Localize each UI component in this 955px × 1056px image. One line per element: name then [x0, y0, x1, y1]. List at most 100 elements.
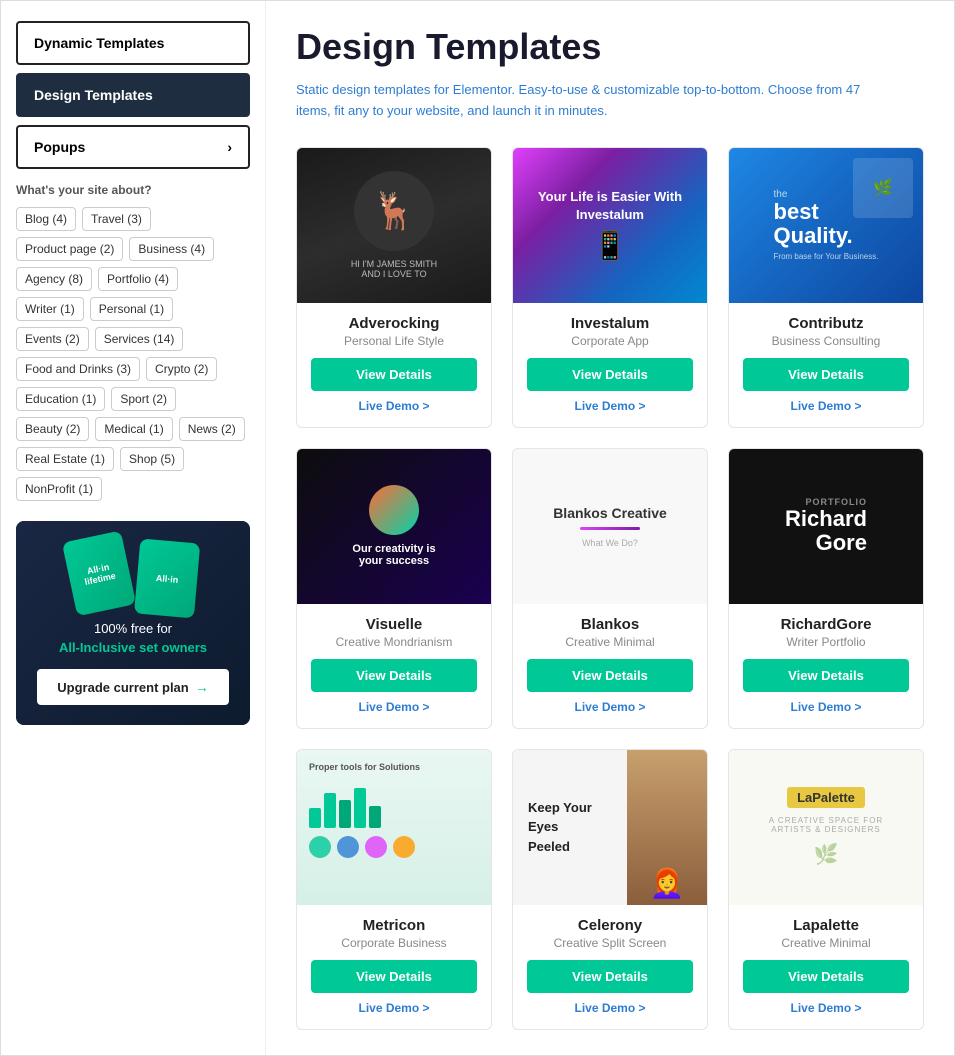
template-thumbnail: Your Life is Easier WithInvestalum 📱 [513, 148, 707, 303]
filter-tag[interactable]: Events (2) [16, 327, 89, 351]
template-card: Keep Your EyesPeeled 👩‍🦰 Celerony Creati… [512, 749, 708, 1030]
filter-tag[interactable]: Blog (4) [16, 207, 76, 231]
template-category: Creative Minimal [743, 936, 909, 950]
template-thumbnail: 🦌 HI I'M JAMES SMITHAND I LOVE TO [297, 148, 491, 303]
template-name: Lapalette [743, 917, 909, 934]
promo-box: All·inlifetime All·in 100% free for All-… [16, 521, 250, 725]
tags-container: Blog (4)Travel (3) Product page (2)Busine… [16, 207, 250, 501]
filter-tag[interactable]: Sport (2) [111, 387, 176, 411]
promo-card-2: All·in [134, 538, 200, 618]
promo-text: 100% free for All-Inclusive set owners [59, 621, 207, 659]
design-templates-button[interactable]: Design Templates [16, 73, 250, 117]
dynamic-templates-button[interactable]: Dynamic Templates [16, 21, 250, 65]
view-details-button[interactable]: View Details [743, 960, 909, 993]
filter-tag[interactable]: Writer (1) [16, 297, 84, 321]
template-name: Contributz [743, 315, 909, 332]
filter-tag[interactable]: Beauty (2) [16, 417, 89, 441]
filter-section-label: What's your site about? [16, 183, 250, 197]
template-info: Celerony Creative Split Screen View Deta… [513, 905, 707, 1029]
filter-tag[interactable]: Business (4) [129, 237, 214, 261]
view-details-button[interactable]: View Details [527, 659, 693, 692]
live-demo-link[interactable]: Live Demo > [311, 999, 477, 1017]
filter-tag[interactable]: Services (14) [95, 327, 184, 351]
filter-tag[interactable]: Education (1) [16, 387, 105, 411]
template-thumbnail: Proper tools for Solutions [297, 750, 491, 905]
template-category: Business Consulting [743, 334, 909, 348]
template-grid: 🦌 HI I'M JAMES SMITHAND I LOVE TO Advero… [296, 147, 924, 1030]
template-thumbnail: PORTFOLIO RichardGore [729, 449, 923, 604]
template-thumbnail: LaPalette A CREATIVE SPACE FOR ARTISTS &… [729, 750, 923, 905]
template-category: Creative Mondrianism [311, 635, 477, 649]
template-info: Adverocking Personal Life Style View Det… [297, 303, 491, 427]
template-card: Blankos Creative What We Do? Blankos Cre… [512, 448, 708, 729]
template-thumbnail: Keep Your EyesPeeled 👩‍🦰 [513, 750, 707, 905]
filter-tag[interactable]: Product page (2) [16, 237, 123, 261]
template-info: Lapalette Creative Minimal View Details … [729, 905, 923, 1029]
view-details-button[interactable]: View Details [311, 960, 477, 993]
filter-tag[interactable]: Agency (8) [16, 267, 92, 291]
template-category: Corporate Business [311, 936, 477, 950]
template-category: Corporate App [527, 334, 693, 348]
view-details-button[interactable]: View Details [527, 358, 693, 391]
template-name: Adverocking [311, 315, 477, 332]
filter-tag[interactable]: Portfolio (4) [98, 267, 178, 291]
filter-tag[interactable]: Crypto (2) [146, 357, 217, 381]
template-info: Visuelle Creative Mondrianism View Detai… [297, 604, 491, 728]
template-name: Blankos [527, 616, 693, 633]
template-thumbnail: Blankos Creative What We Do? [513, 449, 707, 604]
page-title: Design Templates [296, 26, 924, 68]
filter-tag[interactable]: Real Estate (1) [16, 447, 114, 471]
template-name: RichardGore [743, 616, 909, 633]
live-demo-link[interactable]: Live Demo > [743, 999, 909, 1017]
live-demo-link[interactable]: Live Demo > [743, 397, 909, 415]
template-card: 🌿 the bestQuality. From base for Your Bu… [728, 147, 924, 428]
live-demo-link[interactable]: Live Demo > [527, 999, 693, 1017]
live-demo-link[interactable]: Live Demo > [743, 698, 909, 716]
template-category: Personal Life Style [311, 334, 477, 348]
page-description: Static design templates for Elementor. E… [296, 80, 896, 122]
view-details-button[interactable]: View Details [743, 659, 909, 692]
filter-tag[interactable]: Medical (1) [95, 417, 172, 441]
upgrade-button[interactable]: Upgrade current plan → [37, 669, 228, 705]
filter-tag[interactable]: News (2) [179, 417, 245, 441]
filter-tag[interactable]: Travel (3) [82, 207, 151, 231]
live-demo-link[interactable]: Live Demo > [311, 698, 477, 716]
arrow-icon: → [195, 679, 209, 695]
template-name: Metricon [311, 917, 477, 934]
template-card: 🦌 HI I'M JAMES SMITHAND I LOVE TO Advero… [296, 147, 492, 428]
template-card: Our creativity isyour success Visuelle C… [296, 448, 492, 729]
template-card: Proper tools for Solutions Metricon Corp… [296, 749, 492, 1030]
template-info: Blankos Creative Minimal View Details Li… [513, 604, 707, 728]
template-category: Creative Split Screen [527, 936, 693, 950]
view-details-button[interactable]: View Details [527, 960, 693, 993]
template-card: Your Life is Easier WithInvestalum 📱 Inv… [512, 147, 708, 428]
template-info: Metricon Corporate Business View Details… [297, 905, 491, 1029]
template-info: Contributz Business Consulting View Deta… [729, 303, 923, 427]
template-name: Investalum [527, 315, 693, 332]
template-name: Celerony [527, 917, 693, 934]
template-info: RichardGore Writer Portfolio View Detail… [729, 604, 923, 728]
popups-button[interactable]: Popups › [16, 125, 250, 169]
template-category: Creative Minimal [527, 635, 693, 649]
main-content: Design Templates Static design templates… [266, 1, 954, 1055]
view-details-button[interactable]: View Details [311, 358, 477, 391]
chevron-right-icon: › [227, 139, 232, 155]
live-demo-link[interactable]: Live Demo > [311, 397, 477, 415]
filter-tag[interactable]: Shop (5) [120, 447, 184, 471]
live-demo-link[interactable]: Live Demo > [527, 698, 693, 716]
sidebar: Dynamic Templates Design Templates Popup… [1, 1, 266, 1055]
live-demo-link[interactable]: Live Demo > [527, 397, 693, 415]
template-card: PORTFOLIO RichardGore RichardGore Writer… [728, 448, 924, 729]
filter-tag[interactable]: NonProfit (1) [16, 477, 102, 501]
template-category: Writer Portfolio [743, 635, 909, 649]
promo-card-1: All·inlifetime [62, 530, 136, 616]
view-details-button[interactable]: View Details [311, 659, 477, 692]
template-info: Investalum Corporate App View Details Li… [513, 303, 707, 427]
template-card: LaPalette A CREATIVE SPACE FOR ARTISTS &… [728, 749, 924, 1030]
template-name: Visuelle [311, 616, 477, 633]
filter-tag[interactable]: Food and Drinks (3) [16, 357, 140, 381]
filter-tag[interactable]: Personal (1) [90, 297, 173, 321]
template-thumbnail: Our creativity isyour success [297, 449, 491, 604]
view-details-button[interactable]: View Details [743, 358, 909, 391]
template-thumbnail: 🌿 the bestQuality. From base for Your Bu… [729, 148, 923, 303]
